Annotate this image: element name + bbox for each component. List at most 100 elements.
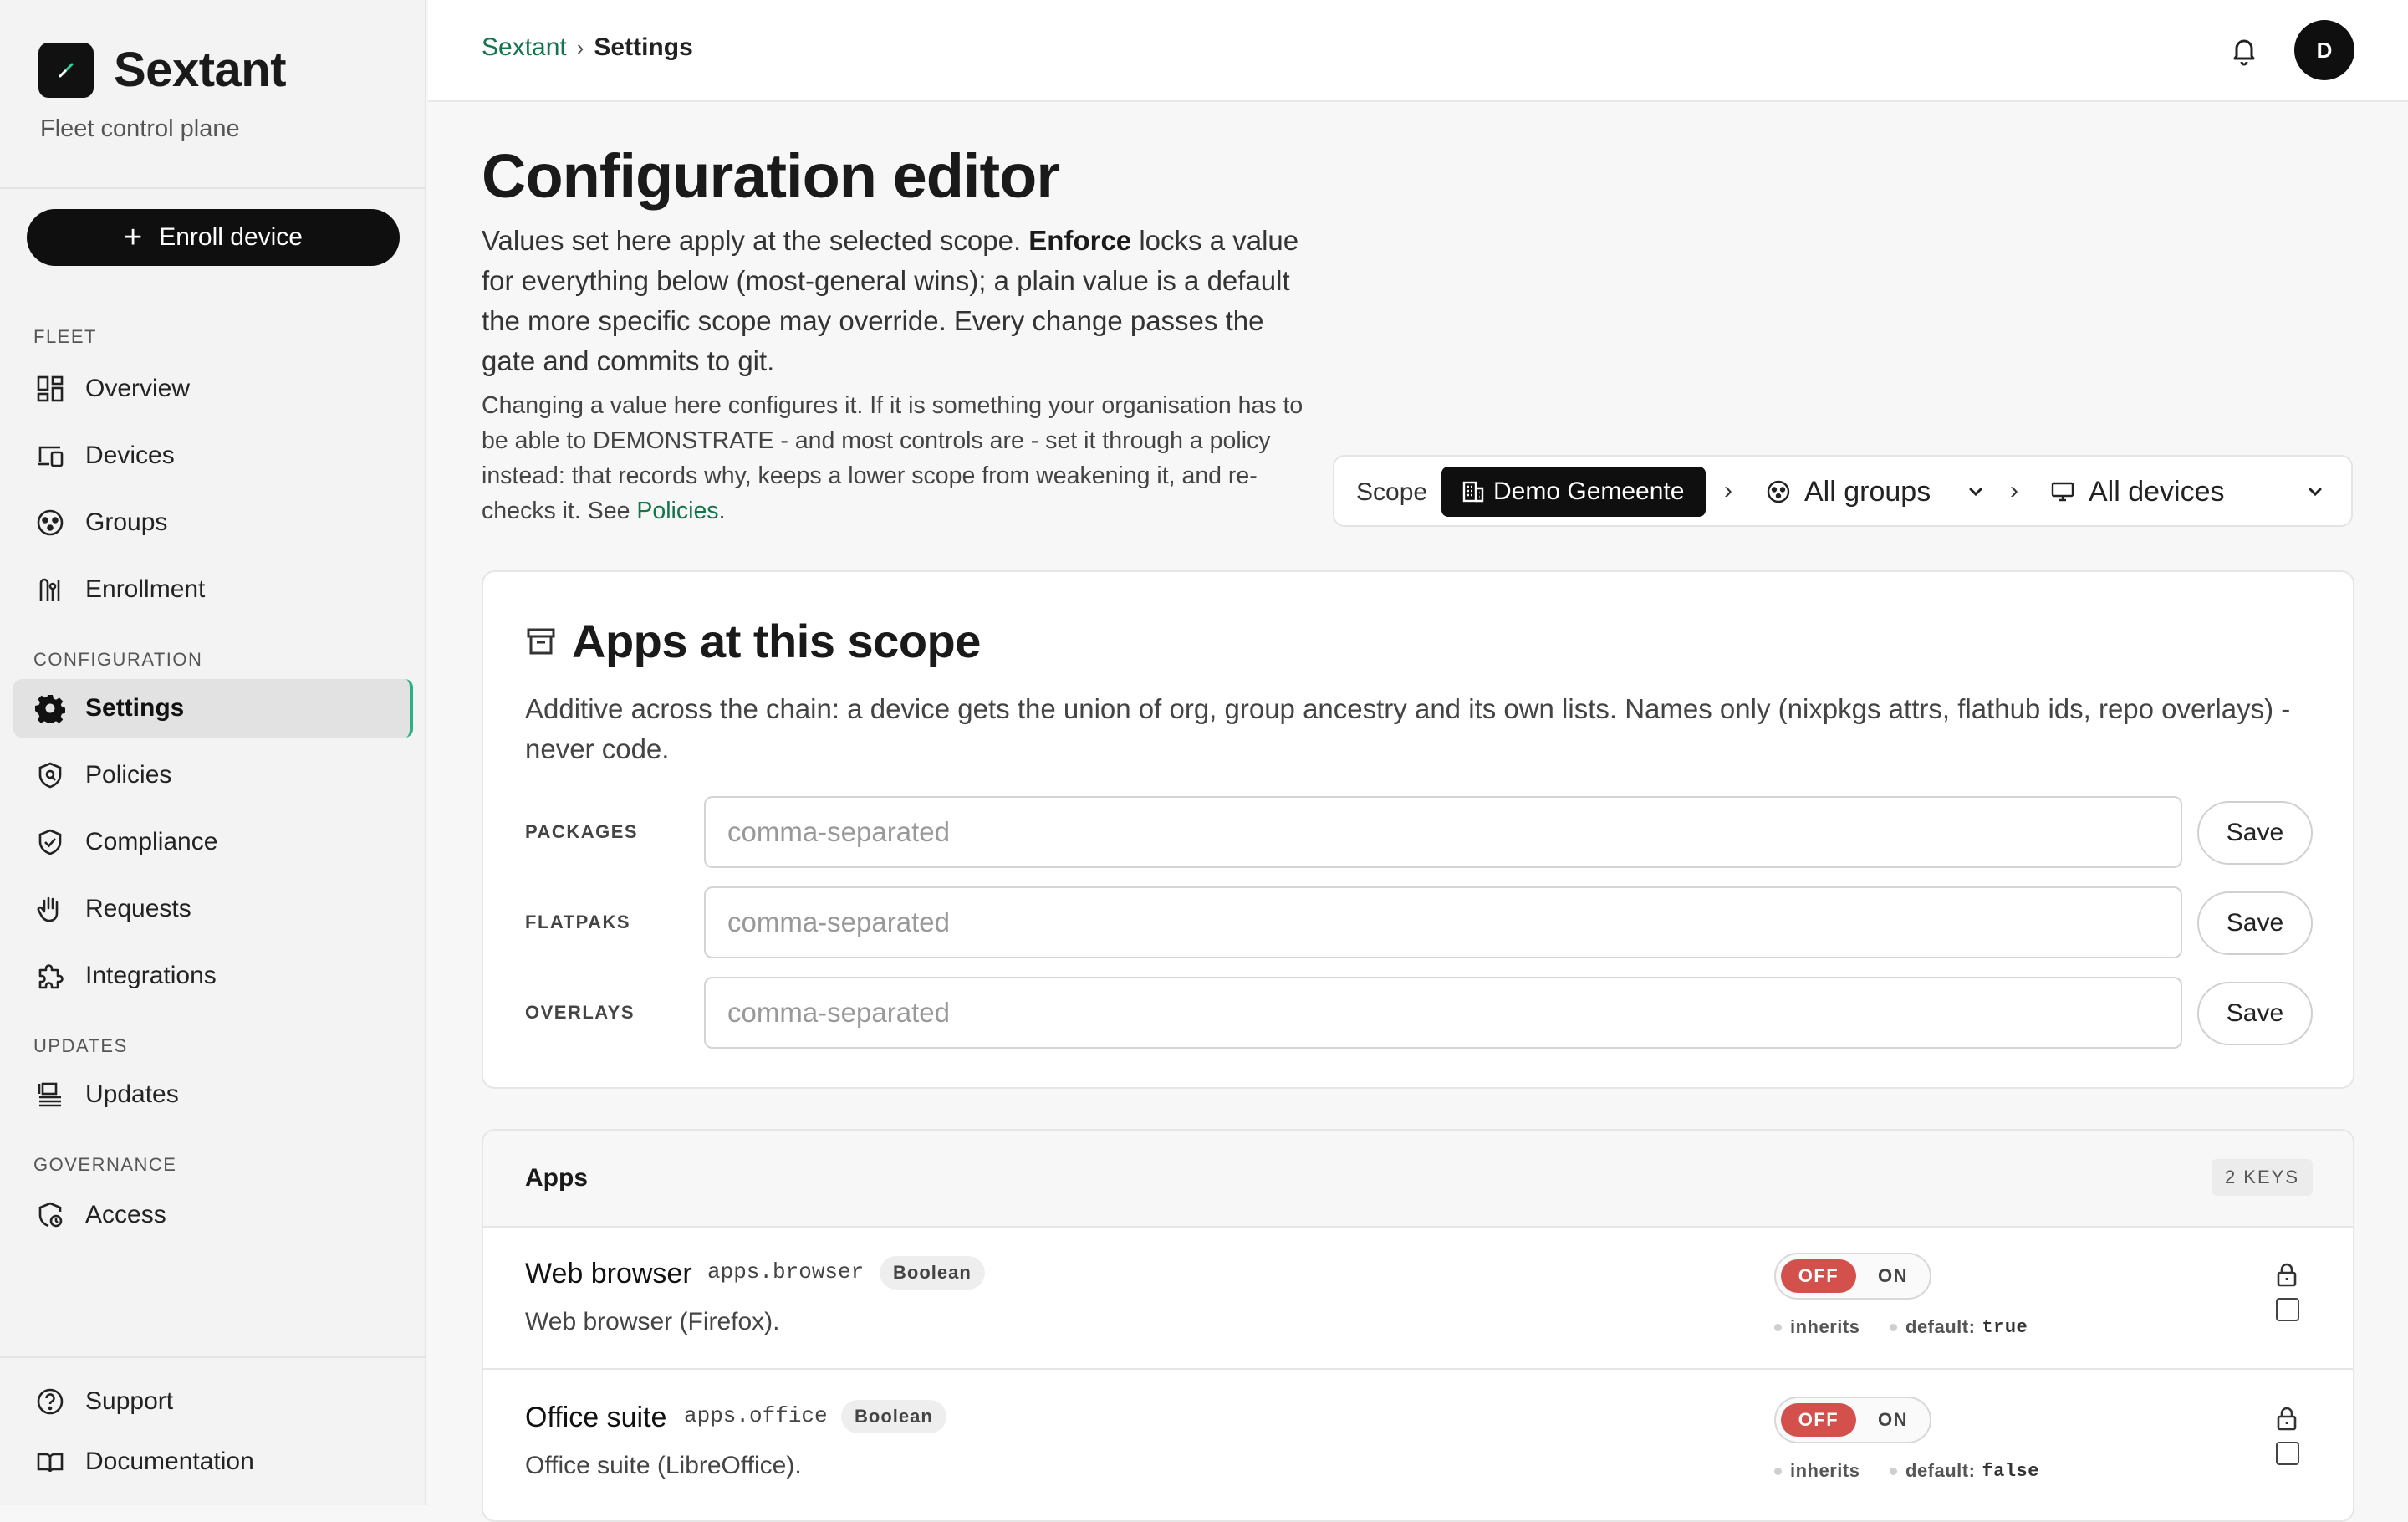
avatar[interactable]: D bbox=[2294, 20, 2354, 80]
sidebar-item-label: Devices bbox=[85, 442, 175, 469]
sidebar-item-requests[interactable]: Requests bbox=[13, 880, 413, 938]
sidebar-item-integrations[interactable]: Integrations bbox=[13, 947, 413, 1005]
flatpaks-input[interactable] bbox=[704, 886, 2182, 958]
access-icon bbox=[33, 1198, 67, 1232]
packages-label: PACKAGES bbox=[525, 821, 639, 842]
enrollment-icon bbox=[33, 573, 67, 606]
group-title: Apps bbox=[525, 1164, 588, 1192]
scope-label: Scope bbox=[1356, 478, 1428, 506]
updates-icon bbox=[33, 1078, 67, 1111]
inherits-indicator: inherits bbox=[1774, 1316, 1860, 1338]
save-overlays-button[interactable]: Save bbox=[2197, 982, 2313, 1045]
keys-count-badge: 2 KEYS bbox=[2211, 1159, 2313, 1196]
gear-icon bbox=[33, 692, 67, 725]
chevron-down-icon bbox=[2309, 488, 2322, 497]
default-indicator: default: true bbox=[1890, 1316, 2028, 1338]
status-dot bbox=[1774, 1323, 1782, 1331]
groups-icon bbox=[33, 506, 67, 539]
archive-box-icon bbox=[527, 628, 555, 654]
inherits-indicator: inherits bbox=[1774, 1460, 1860, 1482]
building-icon bbox=[1462, 481, 1484, 503]
brand[interactable]: Sextant bbox=[38, 42, 287, 98]
sidebar-item-overview[interactable]: Overview bbox=[13, 360, 413, 418]
save-packages-button[interactable]: Save bbox=[2197, 801, 2313, 865]
scope-device-select[interactable]: All devices bbox=[2050, 468, 2334, 515]
sidebar: Sextant Fleet control plane + Enroll dev… bbox=[0, 0, 426, 1505]
office-toggle[interactable]: OFF ON bbox=[1774, 1397, 1931, 1443]
sidebar-divider bbox=[0, 1356, 425, 1358]
inherits-label: inherits bbox=[1790, 1316, 1860, 1337]
sidebar-item-label: Support bbox=[85, 1387, 174, 1415]
section-label-configuration: CONFIGURATION bbox=[33, 649, 203, 670]
sextant-logo-icon bbox=[38, 42, 94, 98]
brand-subtitle: Fleet control plane bbox=[40, 115, 240, 142]
chevron-right-icon: › bbox=[576, 34, 584, 60]
sidebar-item-compliance[interactable]: Compliance bbox=[13, 813, 413, 871]
sidebar-item-enrollment[interactable]: Enrollment bbox=[13, 560, 413, 619]
toggle-off-option[interactable]: OFF bbox=[1781, 1403, 1856, 1437]
sidebar-item-label: Compliance bbox=[85, 828, 218, 855]
bell-icon[interactable] bbox=[2227, 33, 2261, 67]
shield-check-icon bbox=[33, 825, 67, 859]
apps-scope-card: Apps at this scope Additive across the c… bbox=[482, 570, 2354, 1089]
setting-name: Web browser bbox=[525, 1258, 692, 1290]
toggle-on-option[interactable]: ON bbox=[1860, 1259, 1926, 1293]
sidebar-item-access[interactable]: Access bbox=[13, 1186, 413, 1244]
breadcrumb: Sextant › Settings bbox=[482, 33, 693, 62]
enforce-checkbox[interactable] bbox=[2276, 1442, 2299, 1465]
sidebar-item-policies[interactable]: Policies bbox=[13, 746, 413, 804]
enforce-checkbox[interactable] bbox=[2276, 1298, 2299, 1321]
lock-icon[interactable] bbox=[2274, 1261, 2299, 1288]
section-label-fleet: FLEET bbox=[33, 326, 97, 347]
chevron-down-icon bbox=[1969, 488, 1982, 497]
setting-row-browser: Web browser apps.browser Boolean Web bro… bbox=[483, 1226, 2353, 1368]
plus-icon: + bbox=[124, 220, 143, 255]
scope-org-button[interactable]: Demo Gemeente bbox=[1441, 467, 1707, 517]
overlays-input[interactable] bbox=[704, 977, 2182, 1049]
packages-input[interactable] bbox=[704, 796, 2182, 868]
note-text: Changing a value here configures it. If … bbox=[482, 392, 1303, 524]
setting-name: Office suite bbox=[525, 1402, 667, 1433]
sidebar-item-label: Settings bbox=[85, 694, 185, 722]
topbar: Sextant › Settings D bbox=[428, 0, 2408, 102]
flatpaks-label: FLATPAKS bbox=[525, 912, 631, 932]
default-label: default: bbox=[1905, 1316, 1976, 1337]
save-flatpaks-button[interactable]: Save bbox=[2197, 891, 2313, 955]
policies-link[interactable]: Policies bbox=[636, 498, 718, 524]
sidebar-item-label: Overview bbox=[85, 375, 191, 402]
intro-text: Values set here apply at the selected sc… bbox=[482, 225, 1029, 256]
setting-type-badge: Boolean bbox=[880, 1256, 985, 1290]
status-dot bbox=[1890, 1467, 1897, 1475]
sidebar-item-label: Policies bbox=[85, 761, 172, 789]
section-label-governance: GOVERNANCE bbox=[33, 1154, 177, 1175]
dashboard-icon bbox=[33, 372, 67, 406]
sidebar-item-devices[interactable]: Devices bbox=[13, 426, 413, 485]
intro-enforce-term: Enforce bbox=[1028, 225, 1132, 256]
enroll-device-button[interactable]: + Enroll device bbox=[27, 209, 400, 266]
sidebar-item-label: Updates bbox=[85, 1080, 179, 1108]
lock-icon[interactable] bbox=[2274, 1405, 2299, 1432]
inherits-label: inherits bbox=[1790, 1460, 1860, 1481]
sidebar-item-updates[interactable]: Updates bbox=[13, 1065, 413, 1124]
policy-shield-icon bbox=[33, 758, 67, 792]
setting-description: Office suite (LibreOffice). bbox=[525, 1452, 802, 1479]
card-title: Apps at this scope bbox=[572, 615, 981, 667]
scope-group-select[interactable]: All groups bbox=[1766, 468, 1992, 515]
monitor-icon bbox=[2051, 482, 2074, 502]
sidebar-item-support[interactable]: Support bbox=[13, 1372, 413, 1431]
setting-description: Web browser (Firefox). bbox=[525, 1308, 780, 1336]
sidebar-item-groups[interactable]: Groups bbox=[13, 493, 413, 552]
sidebar-item-settings[interactable]: Settings bbox=[13, 679, 413, 738]
overlays-label: OVERLAYS bbox=[525, 1002, 635, 1023]
devices-icon bbox=[33, 439, 67, 472]
browser-toggle[interactable]: OFF ON bbox=[1774, 1253, 1931, 1300]
toggle-off-option[interactable]: OFF bbox=[1781, 1259, 1856, 1293]
toggle-on-option[interactable]: ON bbox=[1860, 1403, 1926, 1437]
sidebar-item-documentation[interactable]: Documentation bbox=[13, 1433, 413, 1491]
settings-group-apps: Apps 2 KEYS Web browser apps.browser Boo… bbox=[482, 1129, 2354, 1522]
breadcrumb-root-link[interactable]: Sextant bbox=[482, 33, 567, 62]
setting-key: apps.browser bbox=[707, 1259, 865, 1285]
sidebar-item-label: Access bbox=[85, 1201, 166, 1228]
sidebar-item-label: Enrollment bbox=[85, 575, 206, 603]
scope-device-value: All devices bbox=[2089, 475, 2225, 508]
